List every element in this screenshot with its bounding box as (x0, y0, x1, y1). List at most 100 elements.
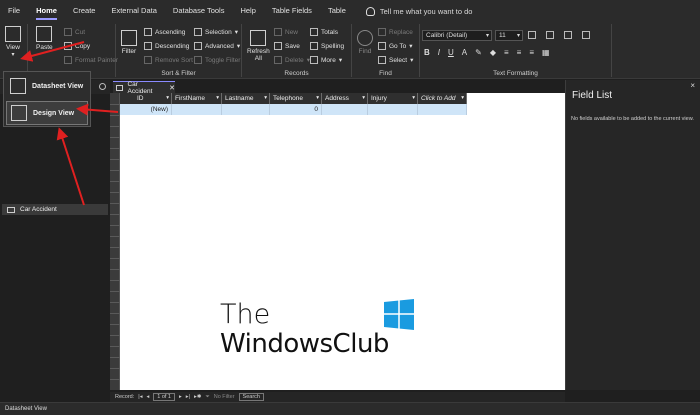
align-center-icon[interactable]: ≡ (517, 48, 522, 57)
format-painter-button[interactable]: Format Painter (64, 56, 118, 64)
ascending-button[interactable]: Ascending (144, 28, 185, 36)
chevron-down-icon[interactable]: ▾ (166, 93, 169, 104)
cell-firstname[interactable] (172, 104, 222, 115)
find-button[interactable]: Find (357, 30, 373, 55)
totals-button[interactable]: Totals (310, 28, 338, 36)
replace-icon (378, 28, 386, 36)
tab-home[interactable]: Home (36, 0, 57, 22)
column-header-address[interactable]: Address ▾ (322, 93, 368, 104)
tab-table-fields[interactable]: Table Fields (272, 0, 312, 22)
font-color-icon[interactable]: A (462, 48, 467, 57)
chevron-down-icon[interactable]: ▾ (316, 93, 319, 104)
more-button[interactable]: More ▾ (310, 56, 342, 64)
toggle-filter-button[interactable]: Toggle Filter (194, 56, 240, 64)
cell-telephone[interactable]: 0 (270, 104, 322, 115)
new-label: New (285, 28, 299, 36)
toggle-filter-icon (194, 56, 202, 64)
record-selector-mark (110, 357, 120, 358)
select-button[interactable]: Select ▾ (378, 56, 413, 64)
nav-object-car-accident[interactable]: Car Accident (2, 204, 108, 215)
previous-record-icon[interactable]: ◂ (146, 394, 149, 400)
bullet-list-icon[interactable] (528, 31, 536, 39)
collapse-pane-icon[interactable] (99, 83, 106, 90)
table-row-new[interactable]: (New) 0 (120, 104, 467, 115)
tab-create[interactable]: Create (73, 0, 96, 22)
chevron-down-icon[interactable]: ▾ (461, 93, 464, 104)
view-button[interactable]: View ▾ (5, 26, 21, 58)
save-button[interactable]: Save (274, 42, 300, 50)
chevron-down-icon[interactable]: ▾ (362, 93, 365, 104)
bold-button[interactable]: B (424, 48, 430, 57)
datasheet-view-item[interactable]: Datasheet View (6, 74, 88, 98)
new-record-nav-icon[interactable]: ▸✱ (194, 394, 201, 400)
remove-sort-button[interactable]: Remove Sort (144, 56, 193, 64)
spelling-button[interactable]: Spelling (310, 42, 344, 50)
text-formatting-group-label: Text Formatting (493, 70, 538, 77)
tab-help[interactable]: Help (240, 0, 255, 22)
selection-button[interactable]: Selection ▾ (194, 28, 238, 36)
cell-id[interactable]: (New) (120, 104, 172, 115)
indent-icon[interactable] (564, 31, 572, 39)
select-label: Select (389, 56, 408, 64)
highlight-icon[interactable]: ✎ (475, 48, 482, 57)
column-header-click-to-add[interactable]: Click to Add ▾ (418, 93, 467, 104)
cell-address[interactable] (322, 104, 368, 115)
cut-button[interactable]: Cut (64, 28, 85, 36)
sort-filter-group: Filter Ascending Descending Remove Sort … (116, 24, 242, 77)
view-label: View (6, 44, 20, 51)
font-name-select[interactable]: Calibri (Detail) (422, 30, 492, 41)
tab-table[interactable]: Table (328, 0, 346, 22)
search-field[interactable]: Search (238, 393, 264, 401)
format-row: B I U A ✎ ◆ ≡ ≡ ≡ ▦ (424, 48, 550, 57)
close-icon[interactable]: × (690, 81, 695, 90)
underline-button[interactable]: U (448, 48, 454, 57)
refresh-all-button[interactable]: Refresh All (247, 30, 270, 62)
filter-status[interactable]: No Filter (214, 394, 235, 400)
descending-button[interactable]: Descending (144, 42, 189, 50)
chevron-down-icon[interactable]: ▾ (264, 93, 267, 104)
cell-injury[interactable] (368, 104, 418, 115)
current-record-field[interactable]: 1 of 1 (153, 393, 175, 401)
paste-button[interactable]: Paste (36, 26, 53, 51)
last-record-icon[interactable]: ▸| (186, 394, 190, 400)
watermark-line1: The (220, 299, 271, 330)
tab-database-tools[interactable]: Database Tools (173, 0, 225, 22)
column-header-telephone[interactable]: Telephone ▾ (270, 93, 322, 104)
tell-me-search[interactable]: Tell me what you want to do (365, 6, 472, 16)
next-record-icon[interactable]: ▸ (179, 394, 182, 400)
document-tabbar: Car Accident ✕ (110, 80, 565, 95)
font-size-select[interactable]: 11 (495, 30, 523, 41)
design-view-item[interactable]: Design View (6, 101, 88, 125)
chevron-down-icon[interactable]: ▾ (216, 93, 219, 104)
new-record-button[interactable]: New (274, 28, 298, 36)
align-left-icon[interactable]: ≡ (504, 48, 509, 57)
fill-color-icon[interactable]: ◆ (490, 48, 496, 57)
gridlines-icon[interactable]: ▦ (542, 48, 550, 57)
cell-click-to-add[interactable] (418, 104, 467, 115)
record-selector-mark (110, 159, 120, 160)
advanced-button[interactable]: Advanced ▾ (194, 42, 240, 50)
close-tab-icon[interactable]: ✕ (169, 84, 175, 92)
tab-file[interactable]: File (8, 0, 20, 22)
copy-button[interactable]: Copy (64, 42, 90, 50)
replace-button[interactable]: Replace (378, 28, 413, 36)
column-header-lastname[interactable]: Lastname ▾ (222, 93, 270, 104)
goto-button[interactable]: Go To ▾ (378, 42, 413, 50)
tab-external-data[interactable]: External Data (111, 0, 156, 22)
more-icon (310, 56, 318, 64)
column-header-injury[interactable]: Injury ▾ (368, 93, 418, 104)
cell-lastname[interactable] (222, 104, 270, 115)
column-header-firstname[interactable]: FirstName ▾ (172, 93, 222, 104)
table-icon (7, 206, 15, 213)
record-selector-mark (110, 225, 120, 226)
filter-button[interactable]: Filter (121, 30, 137, 55)
italic-button[interactable]: I (438, 48, 440, 57)
paragraph-icon[interactable] (582, 31, 590, 39)
numbered-list-icon[interactable] (546, 31, 554, 39)
column-header-id[interactable]: ID ▾ (120, 93, 172, 104)
first-record-icon[interactable]: |◂ (138, 394, 142, 400)
document-tab-car-accident[interactable]: Car Accident ✕ (113, 81, 175, 95)
chevron-down-icon[interactable]: ▾ (412, 93, 415, 104)
align-right-icon[interactable]: ≡ (529, 48, 534, 57)
delete-button[interactable]: Delete ▾ (274, 56, 310, 64)
